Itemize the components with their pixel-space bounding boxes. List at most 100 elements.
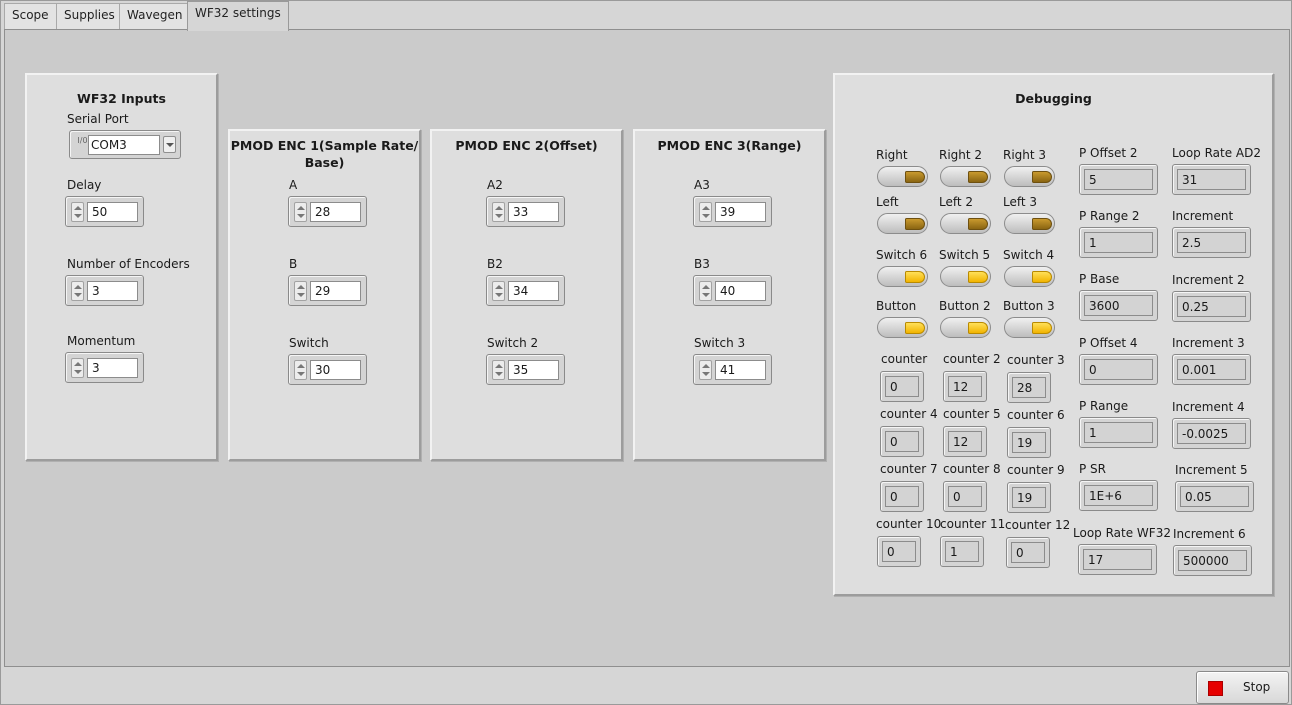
momentum-input[interactable]: 3 [87,358,138,378]
p-offset-2-value: 5 [1084,169,1153,190]
increment-5-value: 0.05 [1180,486,1249,507]
spin-arrows-icon[interactable] [492,360,505,380]
enc3-a-input[interactable]: 39 [715,202,766,222]
counter-label: counter 10 [876,517,942,531]
led-right-2[interactable] [940,166,991,187]
counter-label: counter 5 [943,407,1001,421]
enc2-a-control[interactable]: 33 [486,196,565,227]
counter-label: counter 4 [880,407,938,421]
led-switch-5[interactable] [940,266,991,287]
led-label: Left [876,195,899,209]
led-right-3[interactable] [1004,166,1055,187]
led-switch-4[interactable] [1004,266,1055,287]
spin-arrows-icon[interactable] [699,360,712,380]
serial-port-value[interactable]: COM3 [88,135,160,155]
spin-arrows-icon[interactable] [699,281,712,301]
delay-input[interactable]: 50 [87,202,138,222]
p-range-value: 1 [1084,422,1153,443]
tab-wavegen[interactable]: Wavegen [119,3,191,29]
enc1-switch-control[interactable]: 30 [288,354,367,385]
loop-rate-ad2-value: 31 [1177,169,1246,190]
led-bulb-icon [905,218,925,230]
counter-value: 12 [948,431,982,452]
spin-arrows-icon[interactable] [294,360,307,380]
led-label: Switch 5 [939,248,991,262]
enc1-switch-input[interactable]: 30 [310,360,361,380]
counter-label: counter [881,352,928,366]
chevron-down-icon[interactable] [163,136,176,153]
number-of-encoders-input[interactable]: 3 [87,281,138,301]
counter-label: counter 3 [1007,353,1065,367]
led-button-2[interactable] [940,317,991,338]
counter-label: counter 11 [940,517,1006,531]
enc3-switch-input[interactable]: 41 [715,360,766,380]
counter-indicator: 0 [880,371,924,402]
counter-label: counter 8 [943,462,1001,476]
p-sr-indicator: 1E+6 [1079,480,1158,511]
tab-scope[interactable]: Scope [4,3,57,29]
spin-arrows-icon[interactable] [71,358,84,378]
enc1-a-input[interactable]: 28 [310,202,361,222]
counter-indicator: 12 [943,371,987,402]
tab-panel-wf32-settings: WF32 Inputs Serial Port I/0 COM3 Delay 5… [4,29,1290,667]
momentum-control[interactable]: 3 [65,352,144,383]
enc2-switch-control[interactable]: 35 [486,354,565,385]
loop-rate-wf32-label: Loop Rate WF32 [1073,526,1171,540]
led-right[interactable] [877,166,928,187]
enc1-b-control[interactable]: 29 [288,275,367,306]
increment-indicator: 2.5 [1172,227,1251,258]
counter-label: counter 9 [1007,463,1065,477]
number-of-encoders-control[interactable]: 3 [65,275,144,306]
counter-indicator: 28 [1007,372,1051,403]
tab-supplies[interactable]: Supplies [56,3,123,29]
delay-control[interactable]: 50 [65,196,144,227]
counter-value: 0 [1011,542,1045,563]
loop-rate-wf32-value: 17 [1083,549,1152,570]
spin-arrows-icon[interactable] [699,202,712,222]
counter-label: counter 2 [943,352,1001,366]
serial-port-selector[interactable]: I/0 COM3 [69,130,181,159]
tab-bar: Scope Supplies Wavegen WF32 settings [1,1,1291,31]
counter-indicator: 0 [877,536,921,567]
spin-arrows-icon[interactable] [294,202,307,222]
counter-value: 0 [885,376,919,397]
enc1-b-label: B [289,257,298,271]
led-switch-6[interactable] [877,266,928,287]
led-bulb-icon [968,218,988,230]
spin-arrows-icon[interactable] [294,281,307,301]
enc2-b-control[interactable]: 34 [486,275,565,306]
pmod-enc1-panel: PMOD ENC 1(Sample Rate/ Base) A 28 B 29 … [228,129,421,461]
counter-indicator: 0 [943,481,987,512]
led-button[interactable] [877,317,928,338]
counter-label: counter 7 [880,462,938,476]
enc1-b-input[interactable]: 29 [310,281,361,301]
enc3-b-control[interactable]: 40 [693,275,772,306]
enc2-switch-input[interactable]: 35 [508,360,559,380]
p-range-2-indicator: 1 [1079,227,1158,258]
counter-indicator: 0 [880,426,924,457]
enc3-b-input[interactable]: 40 [715,281,766,301]
counter-indicator: 19 [1007,482,1051,513]
led-left-2[interactable] [940,213,991,234]
enc2-a-input[interactable]: 33 [508,202,559,222]
spin-arrows-icon[interactable] [492,281,505,301]
tab-wf32-settings[interactable]: WF32 settings [187,1,289,31]
led-left-3[interactable] [1004,213,1055,234]
momentum-label: Momentum [67,334,136,348]
stop-button[interactable]: Stop [1196,671,1289,704]
enc1-switch-label: Switch [289,336,329,350]
spin-arrows-icon[interactable] [71,202,84,222]
enc3-switch-control[interactable]: 41 [693,354,772,385]
p-base-label: P Base [1079,272,1120,286]
enc3-a-control[interactable]: 39 [693,196,772,227]
increment-label: Increment [1172,209,1234,223]
serial-port-label: Serial Port [67,112,129,126]
spin-arrows-icon[interactable] [492,202,505,222]
enc1-a-control[interactable]: 28 [288,196,367,227]
counter-indicator: 12 [943,426,987,457]
enc2-b-input[interactable]: 34 [508,281,559,301]
led-button-3[interactable] [1004,317,1055,338]
led-left[interactable] [877,213,928,234]
p-offset-2-label: P Offset 2 [1079,146,1138,160]
spin-arrows-icon[interactable] [71,281,84,301]
